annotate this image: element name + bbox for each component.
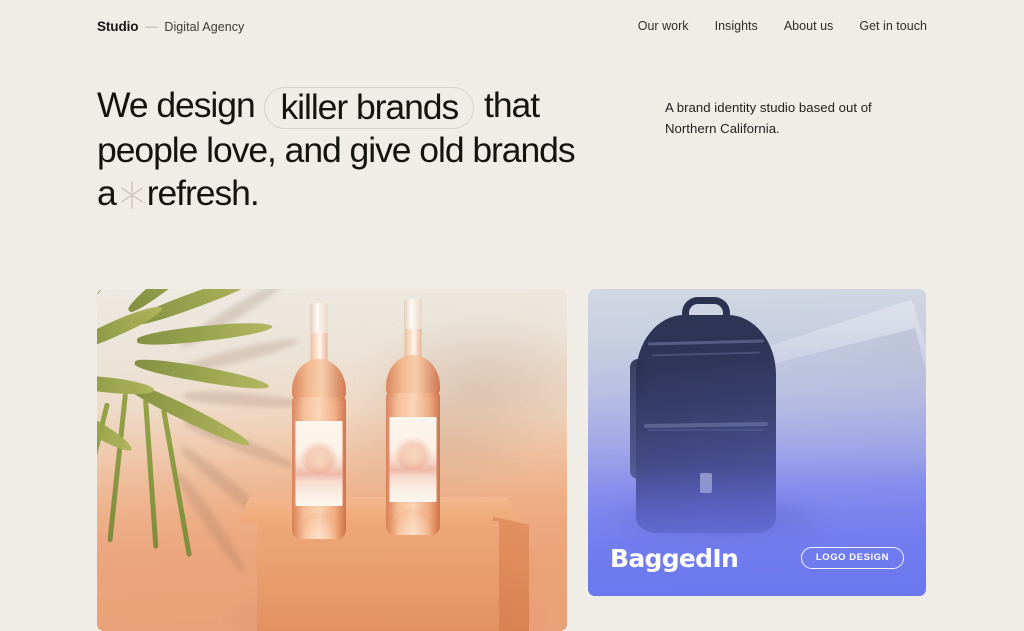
work-card-wine[interactable]: [97, 289, 567, 631]
wine-bottle-left: [290, 303, 348, 561]
wine-bottle-right: [384, 299, 442, 557]
headline-text-line3a: a: [97, 173, 117, 213]
baggedin-category-badge[interactable]: LOGO DESIGN: [800, 546, 904, 570]
headline-text-part1: We design: [97, 85, 256, 125]
nav-link-get-in-touch[interactable]: Get in touch: [859, 19, 927, 33]
brand-separator-dash: —: [145, 18, 158, 33]
headline-text-line3b: refresh.: [146, 173, 260, 213]
headline-pill-killer-brands: killer brands: [264, 87, 475, 129]
work-card-baggedin[interactable]: BaggedIn LOGO DESIGN: [588, 289, 926, 596]
headline-text-line2: people love, and give old brands: [97, 130, 576, 170]
brand-logo[interactable]: Studio — Digital Agency: [97, 19, 244, 34]
landing-page: Studio — Digital Agency Our work Insight…: [0, 0, 1024, 631]
nav-link-about-us[interactable]: About us: [784, 19, 834, 33]
brand-tagline: Digital Agency: [164, 19, 245, 34]
headline-text-part2: that: [484, 85, 540, 125]
site-header: Studio — Digital Agency Our work Insight…: [0, 0, 1024, 52]
baggedin-caption: BaggedIn LOGO DESIGN: [588, 524, 926, 596]
work-grid: BaggedIn LOGO DESIGN: [0, 289, 1024, 631]
nav-link-insights[interactable]: Insights: [715, 19, 758, 33]
pedestal-top-face: [238, 497, 518, 523]
sparkle-asterisk-icon: [119, 180, 145, 210]
nav-link-our-work[interactable]: Our work: [638, 19, 689, 33]
hero-subtext: A brand identity studio based out of Nor…: [665, 100, 872, 136]
wine-artwork: [97, 289, 567, 631]
main-navigation: Our work Insights About us Get in touch: [638, 19, 927, 33]
page-title: We design killer brands that people love,…: [97, 84, 617, 215]
brand-name: Studio: [97, 18, 139, 34]
baggedin-title: BaggedIn: [610, 543, 739, 573]
